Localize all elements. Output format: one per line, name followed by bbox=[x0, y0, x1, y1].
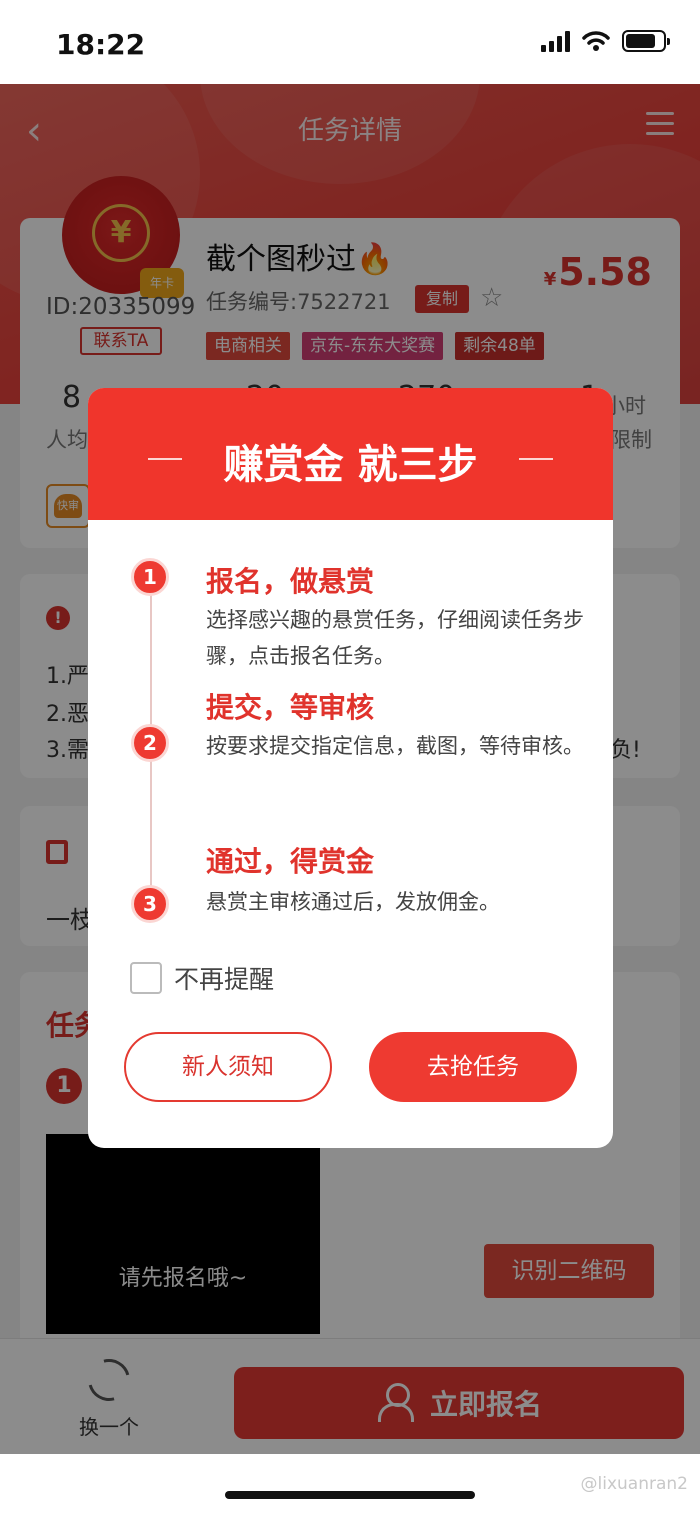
step-1-title: 报名，做悬赏 bbox=[206, 565, 375, 598]
home-indicator[interactable] bbox=[225, 1491, 475, 1499]
dont-remind-label: 不再提醒 bbox=[174, 965, 275, 994]
signal-icon bbox=[541, 30, 570, 52]
step-2-number: 2 bbox=[131, 724, 169, 762]
step-2-desc: 按要求提交指定信息，截图，等待审核。 bbox=[206, 734, 584, 758]
watermark: @lixuanran2 bbox=[580, 1474, 688, 1494]
status-icons bbox=[541, 30, 670, 52]
step-1-desc: 选择感兴趣的悬赏任务，仔细阅读任务步骤，点击报名任务。 bbox=[206, 608, 584, 668]
modal-title: 赚赏金 就三步 bbox=[223, 442, 478, 488]
grab-task-button[interactable]: 去抢任务 bbox=[369, 1032, 577, 1102]
status-time: 18:22 bbox=[56, 28, 146, 61]
status-bar: 18:22 bbox=[0, 0, 700, 84]
step-2-title: 提交，等审核 bbox=[206, 691, 375, 724]
title-dash-right bbox=[519, 458, 553, 460]
guide-modal: 赚赏金 就三步 1 报名，做悬赏 选择感兴趣的悬赏任务，仔细阅读任务步骤，点击报… bbox=[88, 388, 613, 1148]
dont-remind-checkbox[interactable] bbox=[130, 962, 162, 994]
home-indicator-area: @lixuanran2 bbox=[0, 1454, 700, 1514]
newbie-guide-button[interactable]: 新人须知 bbox=[124, 1032, 332, 1102]
step-3-title: 通过，得赏金 bbox=[206, 845, 375, 878]
step-3-desc: 悬赏主审核通过后，发放佣金。 bbox=[206, 890, 500, 914]
modal-header: 赚赏金 就三步 bbox=[88, 388, 613, 520]
step-1-number: 1 bbox=[131, 558, 169, 596]
dont-remind-toggle[interactable]: 不再提醒 bbox=[130, 960, 274, 996]
step-3-number: 3 bbox=[131, 885, 169, 923]
battery-icon bbox=[622, 30, 670, 52]
wifi-icon bbox=[582, 31, 610, 51]
